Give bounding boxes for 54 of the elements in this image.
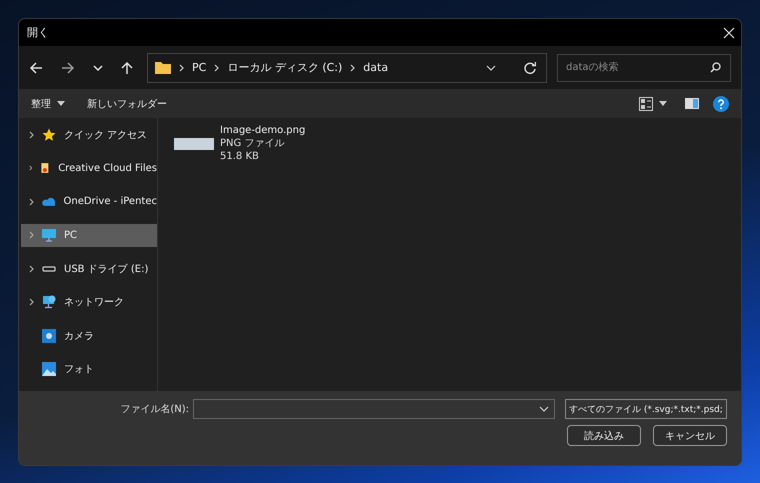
chevron-right-icon[interactable] <box>29 198 34 206</box>
folder-icon <box>155 61 171 74</box>
network-icon <box>42 295 56 310</box>
chevron-right-icon <box>179 64 184 72</box>
photo-icon <box>42 362 56 376</box>
window-title: 開く <box>27 25 49 40</box>
sidebar-item[interactable]: クイック アクセス <box>21 123 157 146</box>
chevron-right-icon <box>350 64 356 72</box>
file-item[interactable]: Image-demo.png PNG ファイル 51.8 KB <box>174 124 314 163</box>
organize-button[interactable]: 整理 <box>27 94 69 112</box>
filename-field[interactable] <box>193 399 555 419</box>
image-thumbnail <box>174 138 214 150</box>
breadcrumb-item[interactable]: PC <box>192 61 206 74</box>
view-grid-icon <box>639 96 653 110</box>
sidebar-item[interactable]: Creative Cloud Files <box>21 156 157 180</box>
star-icon <box>42 128 56 142</box>
chevron-right-icon[interactable] <box>29 164 32 172</box>
sidebar-item[interactable]: PC <box>21 224 157 247</box>
open-button[interactable]: 読み込み <box>567 425 641 446</box>
cloudfiles-icon <box>40 161 50 176</box>
address-bar[interactable]: PC ローカル ディスク (C:) data <box>147 52 547 82</box>
up-arrow-icon[interactable] <box>121 60 133 74</box>
sidebar-item[interactable]: フォト <box>21 358 157 381</box>
chevron-down-icon[interactable] <box>486 64 496 70</box>
help-icon[interactable] <box>713 96 729 112</box>
file-type: PNG ファイル <box>220 137 286 150</box>
chevron-right-icon <box>214 64 220 72</box>
search-icon <box>710 62 721 72</box>
chevron-right-icon[interactable] <box>29 130 34 139</box>
pc-icon <box>42 228 56 242</box>
cancel-button[interactable]: キャンセル <box>653 425 727 446</box>
breadcrumb-item[interactable]: ローカル ディスク (C:) <box>227 60 342 75</box>
file-name: Image-demo.png <box>220 124 306 137</box>
refresh-icon[interactable] <box>524 62 536 74</box>
file-size: 51.8 KB <box>220 150 260 163</box>
chevron-right-icon[interactable] <box>29 298 34 306</box>
chevron-right-icon[interactable] <box>29 264 34 273</box>
breadcrumb-item[interactable]: data <box>363 61 388 74</box>
forward-arrow-icon[interactable] <box>61 62 75 74</box>
chevron-down-icon[interactable] <box>93 64 103 70</box>
back-arrow-icon[interactable] <box>29 62 43 74</box>
sidebar-item[interactable]: カメラ <box>21 324 157 348</box>
close-icon[interactable] <box>723 26 735 38</box>
sidebar-item[interactable]: ネットワーク <box>21 290 157 314</box>
caret-icon <box>659 101 667 106</box>
camera-icon <box>42 328 56 343</box>
filename-label: ファイル名(N): <box>120 403 189 416</box>
search-field[interactable]: dataの検索 <box>557 54 731 82</box>
sidebar-item[interactable]: OneDrive - iPentec <box>21 190 157 214</box>
new-folder-button[interactable]: 新しいフォルダー <box>83 94 171 112</box>
file-type-dropdown[interactable]: すべてのファイル (*.svg;*.txt;*.psd; <box>565 399 727 419</box>
caret-icon <box>57 101 65 106</box>
sidebar-item[interactable]: USB ドライブ (E:) <box>21 257 157 280</box>
chevron-down-icon <box>539 406 549 412</box>
